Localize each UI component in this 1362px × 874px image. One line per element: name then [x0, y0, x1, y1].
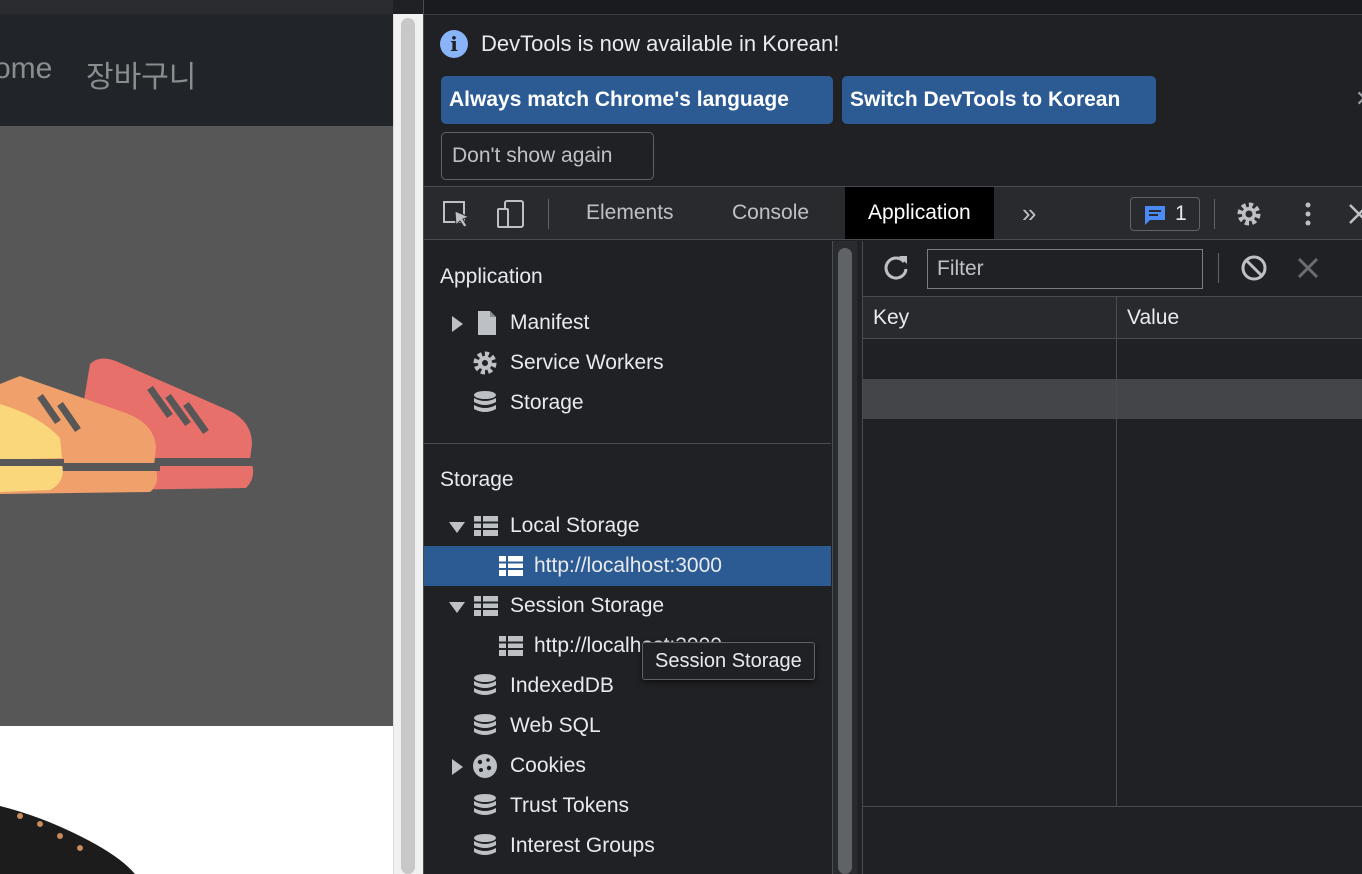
more-tabs-chevron-icon[interactable]: »	[1014, 187, 1044, 239]
sidebar-item-label: Service Workers	[510, 351, 664, 374]
hero-banner	[0, 126, 393, 726]
site-navbar: ome 장바구니	[0, 14, 393, 126]
cookie-icon	[473, 754, 497, 778]
tab-console[interactable]: Console	[709, 187, 832, 239]
refresh-icon[interactable]	[881, 253, 911, 283]
filter-input[interactable]	[927, 249, 1203, 289]
issues-counter-button[interactable]: 1	[1130, 197, 1200, 231]
sidebar-item-local-storage[interactable]: Local Storage	[424, 506, 831, 546]
document-icon	[478, 311, 496, 335]
storage-data-grid: Key Value	[863, 297, 1362, 806]
sidebar-item-service-workers[interactable]: Service Workers	[424, 343, 831, 383]
issues-count: 1	[1175, 202, 1187, 225]
table-grid-icon	[499, 556, 523, 576]
more-options-kebab-icon[interactable]	[1293, 199, 1323, 229]
sidebar-scrollbar-thumb[interactable]	[838, 248, 852, 874]
column-divider[interactable]	[1116, 297, 1117, 806]
database-icon	[474, 834, 496, 855]
expand-arrow-icon[interactable]	[452, 759, 463, 775]
sidebar-item-label: Cookies	[510, 754, 586, 777]
grid-bottom-border	[863, 806, 1362, 807]
table-grid-icon	[474, 596, 498, 616]
sidebar-item-label: Local Storage	[510, 514, 640, 537]
browser-tab-strip-edge	[0, 0, 393, 14]
database-icon	[474, 794, 496, 815]
database-icon	[474, 674, 496, 695]
application-sidebar: Application Manifest Service Workers Sto…	[424, 241, 831, 874]
devtools-top-edge	[424, 0, 1362, 15]
column-header-key[interactable]: Key	[873, 306, 909, 330]
sidebar-item-label: Session Storage	[510, 594, 665, 617]
table-row[interactable]	[863, 339, 1362, 379]
settings-gear-icon[interactable]	[1234, 199, 1264, 229]
storage-items-view: Key Value	[862, 241, 1362, 874]
web-page-viewport: ome 장바구니	[0, 0, 393, 874]
toolbar-separator	[1214, 199, 1215, 229]
sidebar-item-label: IndexedDB	[510, 674, 614, 697]
sidebar-item-trust-tokens[interactable]: Trust Tokens	[424, 786, 831, 826]
black-shoe-icon	[0, 806, 135, 874]
language-infobar-message: DevTools is now available in Korean!	[481, 31, 840, 56]
clear-all-block-icon[interactable]	[1239, 253, 1269, 283]
toolbar-separator	[1218, 253, 1219, 283]
sidebar-item-label: Web SQL	[510, 714, 601, 737]
sidebar-item-cookies[interactable]: Cookies	[424, 746, 831, 786]
sidebar-item-label: http://localhost:3000	[534, 554, 722, 577]
grid-header: Key Value	[863, 297, 1362, 339]
close-devtools-icon[interactable]	[1344, 199, 1362, 229]
database-icon	[474, 714, 496, 735]
sidebar-item-session-storage[interactable]: Session Storage	[424, 586, 831, 626]
tab-application[interactable]: Application	[845, 187, 994, 239]
sidebar-item-web-sql[interactable]: Web SQL	[424, 706, 831, 746]
sidebar-item-label: Storage	[510, 391, 584, 414]
sidebar-item-interest-groups[interactable]: Interest Groups	[424, 826, 831, 866]
table-row[interactable]	[863, 379, 1362, 419]
page-scrollbar-thumb[interactable]	[401, 18, 415, 874]
switch-to-korean-button[interactable]: Switch DevTools to Korean	[842, 76, 1156, 124]
dont-show-again-button[interactable]: Don't show again	[441, 132, 654, 180]
sidebar-item-storage[interactable]: Storage	[424, 383, 831, 423]
database-icon	[474, 391, 496, 412]
table-grid-icon	[474, 516, 498, 536]
session-storage-tooltip: Session Storage	[642, 642, 815, 680]
column-header-value[interactable]: Value	[1127, 306, 1179, 330]
gear-icon	[473, 351, 497, 375]
devtools-tab-strip: Elements Console Application » 1	[424, 186, 1362, 240]
sidebar-item-manifest[interactable]: Manifest	[424, 303, 831, 343]
tab-elements[interactable]: Elements	[563, 187, 697, 239]
sidebar-item-label: Manifest	[510, 311, 590, 334]
storage-toolbar	[863, 241, 1362, 297]
sidebar-section-storage: Storage	[440, 468, 514, 491]
collapse-arrow-icon[interactable]	[449, 522, 465, 533]
sidebar-section-application: Application	[440, 265, 543, 288]
toolbar-separator	[548, 199, 549, 229]
nav-link-cart[interactable]: 장바구니	[86, 52, 196, 96]
device-toolbar-icon[interactable]	[496, 199, 526, 229]
nav-link-home[interactable]: ome	[0, 52, 52, 86]
infobar-close-icon[interactable]: ✕	[1355, 86, 1362, 112]
section-divider	[424, 443, 831, 444]
table-grid-icon	[499, 636, 523, 656]
always-match-language-button[interactable]: Always match Chrome's language	[441, 76, 833, 124]
sneakers-illustration	[0, 358, 254, 494]
expand-arrow-icon[interactable]	[452, 316, 463, 332]
inspect-element-icon[interactable]	[442, 199, 472, 229]
sidebar-item-label: Interest Groups	[510, 834, 655, 857]
collapse-arrow-icon[interactable]	[449, 602, 465, 613]
sidebar-item-label: Trust Tokens	[510, 794, 630, 817]
sidebar-item-local-storage-origin[interactable]: http://localhost:3000	[424, 546, 831, 586]
devtools-panel: i DevTools is now available in Korean! A…	[423, 0, 1362, 874]
delete-selected-icon[interactable]	[1295, 255, 1321, 281]
product-image-area	[0, 726, 393, 874]
message-icon	[1145, 206, 1165, 225]
info-icon: i	[440, 30, 468, 58]
